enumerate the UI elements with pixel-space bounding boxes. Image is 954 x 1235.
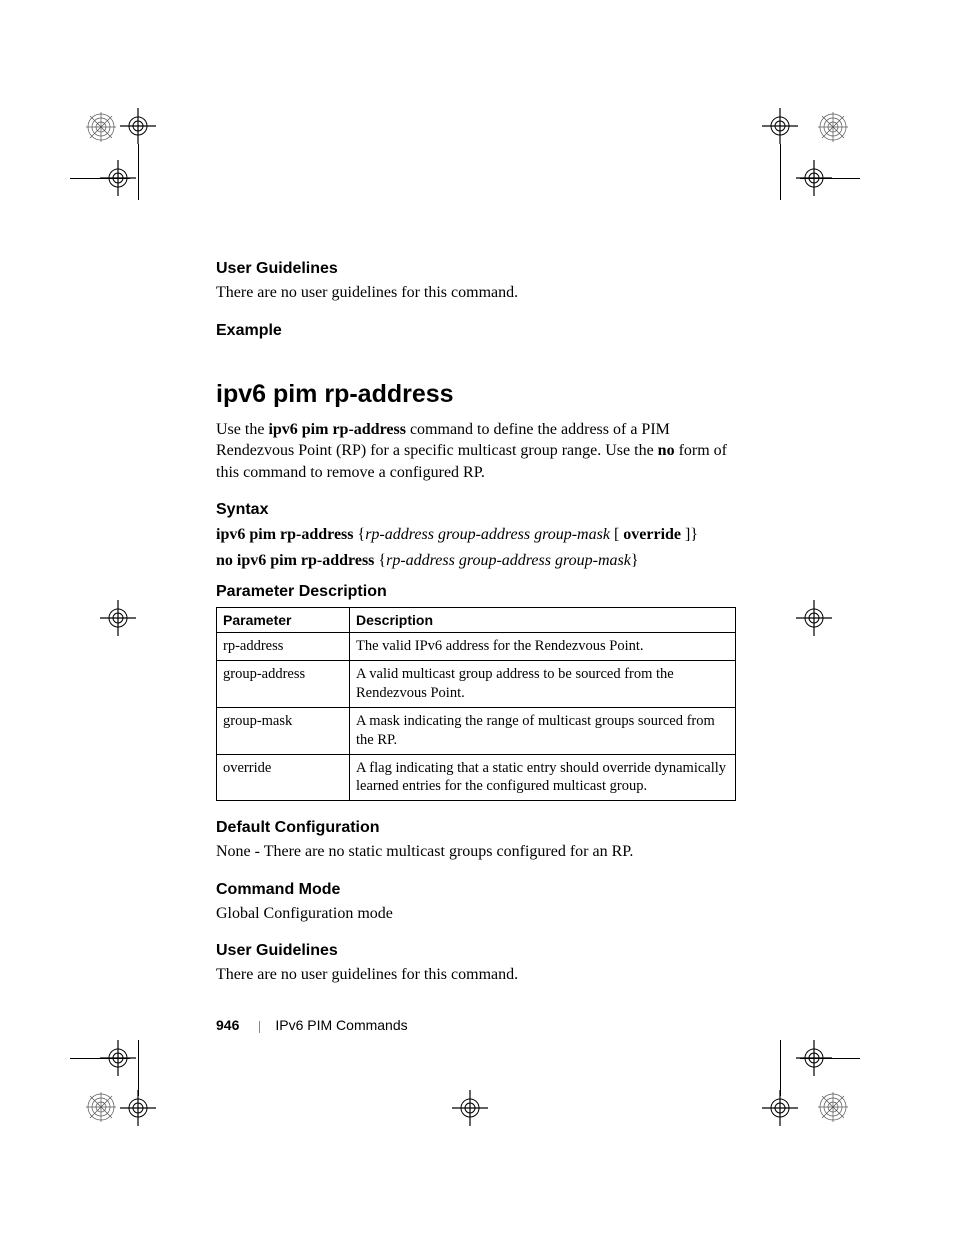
registration-mark-icon [120,108,156,144]
default-config-text: None - There are no static multicast gro… [216,841,736,863]
syntax-command: ipv6 pim rp-address [216,526,354,543]
syntax-line-2: no ipv6 pim rp-address {rp-address group… [216,549,736,573]
param-desc: A valid multicast group address to be so… [350,661,736,708]
crop-mark-icon [70,1058,130,1059]
registration-mark-icon [452,1090,488,1126]
param-name: group-mask [217,707,350,754]
param-name: group-address [217,661,350,708]
command-title: ipv6 pim rp-address [216,380,736,409]
intro-no-keyword: no [658,442,675,459]
intro-command-name: ipv6 pim rp-address [268,421,406,438]
registration-mark-icon [100,600,136,636]
parameter-description-heading: Parameter Description [216,583,736,601]
param-name: override [217,754,350,801]
syntax-brace: } [631,552,639,569]
registration-mark-icon [762,108,798,144]
rosette-icon [818,112,848,142]
crop-mark-icon [70,178,130,179]
table-row: group-address A valid multicast group ad… [217,661,736,708]
user-guidelines-text: There are no user guidelines for this co… [216,282,736,304]
syntax-bracket: ]} [681,526,698,543]
page-footer: 946 IPv6 PIM Commands [216,1017,408,1035]
crop-mark-icon [800,178,860,179]
table-header-parameter: Parameter [217,608,350,633]
table-row: rp-address The valid IPv6 address for th… [217,633,736,661]
syntax-args: rp-address group-address group-mask [386,552,631,569]
table-header-row: Parameter Description [217,608,736,633]
crop-mark-icon [800,1058,860,1059]
crop-mark-icon [138,1040,139,1096]
syntax-heading: Syntax [216,501,736,519]
registration-mark-icon [796,600,832,636]
user-guidelines-heading: User Guidelines [216,260,736,278]
user-guidelines-heading-2: User Guidelines [216,942,736,960]
crop-mark-icon [780,144,781,200]
syntax-bracket: [ [610,526,623,543]
syntax-args: rp-address group-address group-mask [365,526,610,543]
crop-mark-icon [138,144,139,200]
syntax-override: override [623,526,681,543]
rosette-icon [86,1092,116,1122]
rosette-icon [818,1092,848,1122]
content-area: User Guidelines There are no user guidel… [216,260,736,986]
syntax-no-command: no ipv6 pim rp-address [216,552,374,569]
table-row: group-mask A mask indicating the range o… [217,707,736,754]
rosette-icon [86,112,116,142]
table-row: override A flag indicating that a static… [217,754,736,801]
intro-text: Use the [216,421,268,438]
param-desc: A mask indicating the range of multicast… [350,707,736,754]
command-intro: Use the ipv6 pim rp-address command to d… [216,419,736,484]
command-mode-heading: Command Mode [216,881,736,899]
command-mode-text: Global Configuration mode [216,903,736,925]
param-desc: A flag indicating that a static entry sh… [350,754,736,801]
page: User Guidelines There are no user guidel… [0,0,954,1235]
example-heading: Example [216,322,736,340]
table-header-description: Description [350,608,736,633]
chapter-name: IPv6 PIM Commands [275,1017,407,1033]
crop-mark-icon [780,1040,781,1096]
syntax-line-1: ipv6 pim rp-address {rp-address group-ad… [216,523,736,547]
default-config-heading: Default Configuration [216,819,736,837]
param-desc: The valid IPv6 address for the Rendezvou… [350,633,736,661]
parameter-table: Parameter Description rp-address The val… [216,607,736,801]
param-name: rp-address [217,633,350,661]
page-number: 946 [216,1017,239,1033]
syntax-brace: { [378,552,386,569]
user-guidelines-text-2: There are no user guidelines for this co… [216,964,736,986]
footer-separator-icon [259,1021,260,1033]
